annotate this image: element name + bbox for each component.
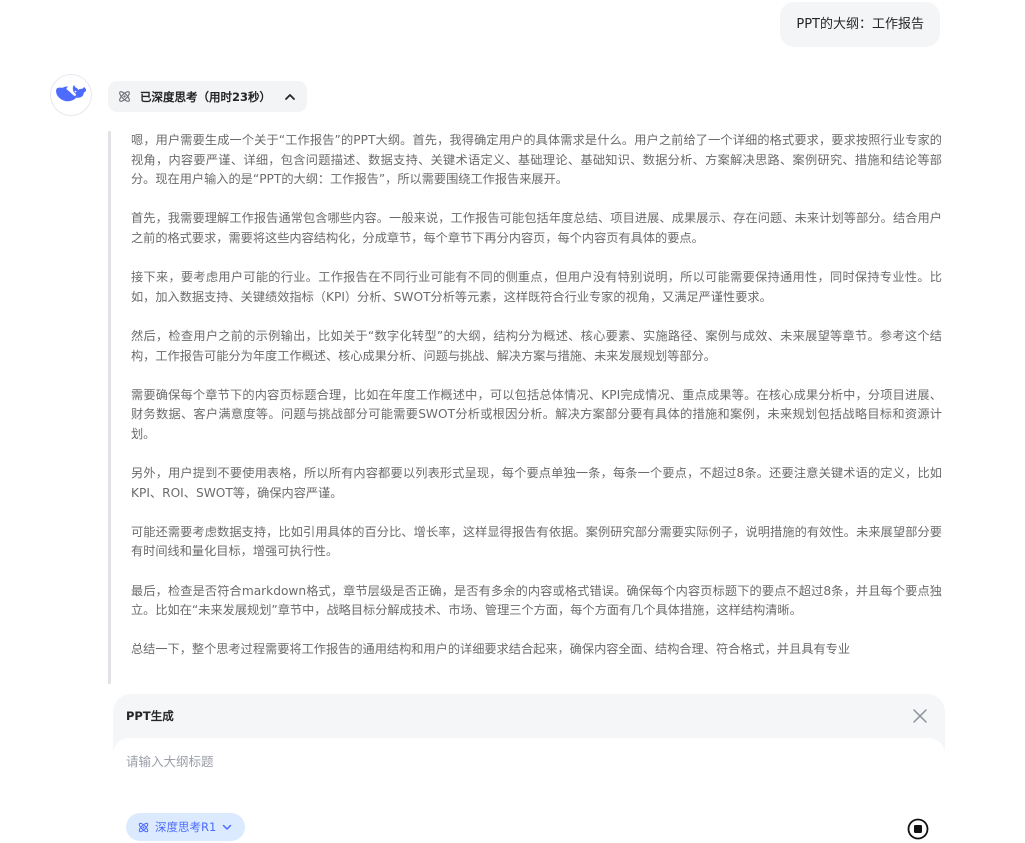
avatar: [50, 74, 92, 116]
mode-label: 深度思考R1: [155, 820, 217, 834]
deep-think-toggle[interactable]: 已深度思考（用时23秒）: [108, 81, 308, 112]
close-icon[interactable]: [911, 707, 929, 725]
ppt-generate-panel: PPT生成 深度思考R1: [113, 694, 945, 843]
user-message-bubble: PPT的大纲：工作报告: [780, 2, 940, 47]
reasoning-paragraph: 总结一下，整个思考过程需要将工作报告的通用结构和用户的详细要求结合起来，确保内容…: [131, 642, 851, 657]
panel-title: PPT生成: [126, 709, 174, 723]
deepseek-whale-icon: [56, 85, 86, 102]
stop-icon[interactable]: [907, 818, 929, 840]
reasoning-paragraph: 嗯，用户需要生成一个关于“工作报告”的PPT大纲。首先，我得确定用户的具体需求是…: [131, 133, 942, 187]
deep-think-label: 已深度思考（用时23秒）: [140, 89, 272, 104]
reasoning-paragraph: 首先，我需要理解工作报告通常包含哪些内容。一般来说，工作报告可能包括年度总结、项…: [131, 211, 942, 245]
reasoning-paragraph: 最后，检查是否符合markdown格式，章节层级是否正确，是否有多余的内容或格式…: [131, 583, 942, 618]
reasoning-paragraph: 接下来，要考虑用户可能的行业。工作报告在不同行业可能有不同的侧重点，但用户没有特…: [131, 270, 942, 304]
user-message-text: PPT的大纲：工作报告: [796, 17, 924, 32]
deep-think-r1-button[interactable]: 深度思考R1: [126, 813, 246, 841]
reasoning-paragraph: 另外，用户提到不要使用表格，所以所有内容都要以列表形式呈现，每个要点单独一条，每…: [131, 466, 942, 500]
reasoning-content: 嗯，用户需要生成一个关于“工作报告”的PPT大纲。首先，我得确定用户的具体需求是…: [108, 131, 942, 684]
outline-title-input[interactable]: [126, 754, 926, 769]
chat-page: PPT的大纲：工作报告 已深度思考（用时23秒） 嗯，用户需要生成一个关于“工作…: [0, 0, 1025, 843]
chevron-up-icon: [285, 93, 295, 100]
panel-header: PPT生成: [113, 694, 945, 738]
reasoning-paragraph: 可能还需要考虑数据支持，比如引用具体的百分比、增长率，这样显得报告有依据。案例研…: [131, 524, 942, 559]
reasoning-paragraph: 需要确保每个章节下的内容页标题合理，比如在年度工作概述中，可以包括总体情况、KP…: [131, 387, 942, 441]
reasoning-paragraph: 然后，检查用户之前的示例输出，比如关于“数字化转型”的大纲，结构分为概述、核心要…: [131, 328, 942, 363]
atom-icon: [138, 822, 149, 832]
panel-body: 深度思考R1: [113, 738, 945, 843]
atom-icon: [119, 91, 130, 102]
chevron-down-icon: [223, 824, 232, 830]
